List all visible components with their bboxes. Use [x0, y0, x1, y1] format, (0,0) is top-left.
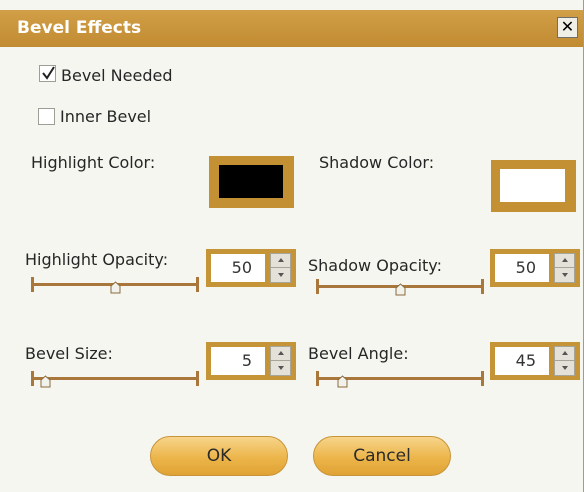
slider-thumb[interactable]	[394, 283, 407, 296]
bevel-needed-checkbox[interactable]	[39, 65, 56, 82]
chevron-down-icon[interactable]	[271, 268, 290, 282]
shadow-opacity-input[interactable]: 50	[495, 254, 549, 282]
close-icon: ✕	[560, 17, 575, 36]
bevel-effects-dialog: Bevel Effects ✕ Bevel Needed Inner Bevel…	[0, 0, 584, 492]
dialog-title: Bevel Effects	[17, 18, 142, 38]
slider-thumb[interactable]	[39, 375, 52, 388]
bevel-angle-slider[interactable]	[316, 371, 484, 388]
slider-thumb[interactable]	[109, 281, 122, 294]
bevel-angle-input[interactable]: 45	[495, 347, 549, 375]
shadow-opacity-spinner: 50	[490, 249, 580, 287]
ok-button[interactable]: OK	[150, 436, 288, 476]
shadow-opacity-slider[interactable]	[316, 279, 484, 296]
chevron-down-icon[interactable]	[555, 268, 574, 282]
bevel-size-spinner: 5	[206, 342, 296, 380]
inner-bevel-label: Inner Bevel	[60, 107, 152, 126]
inner-bevel-checkbox[interactable]	[38, 108, 55, 125]
close-button[interactable]: ✕	[557, 17, 578, 38]
bevel-angle-spinner: 45	[490, 342, 580, 380]
chevron-up-icon[interactable]	[271, 347, 290, 361]
bevel-size-input[interactable]: 5	[211, 347, 265, 375]
highlight-color-swatch[interactable]	[209, 156, 294, 208]
shadow-color-label: Shadow Color:	[319, 153, 435, 172]
bevel-needed-label: Bevel Needed	[61, 66, 173, 85]
bevel-size-slider[interactable]	[31, 371, 199, 388]
slider-thumb[interactable]	[336, 375, 349, 388]
chevron-down-icon[interactable]	[555, 361, 574, 375]
shadow-color-swatch[interactable]	[491, 160, 576, 212]
title-bar: Bevel Effects ✕	[0, 10, 583, 47]
highlight-color-label: Highlight Color:	[31, 153, 156, 172]
highlight-opacity-label: Highlight Opacity:	[25, 250, 169, 269]
highlight-opacity-input[interactable]: 50	[211, 254, 265, 282]
chevron-up-icon[interactable]	[555, 254, 574, 268]
bevel-angle-label: Bevel Angle:	[308, 344, 409, 363]
checkmark-icon	[42, 66, 55, 80]
chevron-up-icon[interactable]	[555, 347, 574, 361]
shadow-opacity-label: Shadow Opacity:	[308, 256, 442, 275]
chevron-up-icon[interactable]	[271, 254, 290, 268]
chevron-down-icon[interactable]	[271, 361, 290, 375]
highlight-color-fill	[219, 165, 283, 198]
cancel-button[interactable]: Cancel	[313, 436, 451, 476]
highlight-opacity-spinner: 50	[206, 249, 296, 287]
bevel-size-label: Bevel Size:	[25, 344, 113, 363]
highlight-opacity-slider[interactable]	[31, 277, 199, 294]
shadow-color-fill	[500, 169, 565, 202]
